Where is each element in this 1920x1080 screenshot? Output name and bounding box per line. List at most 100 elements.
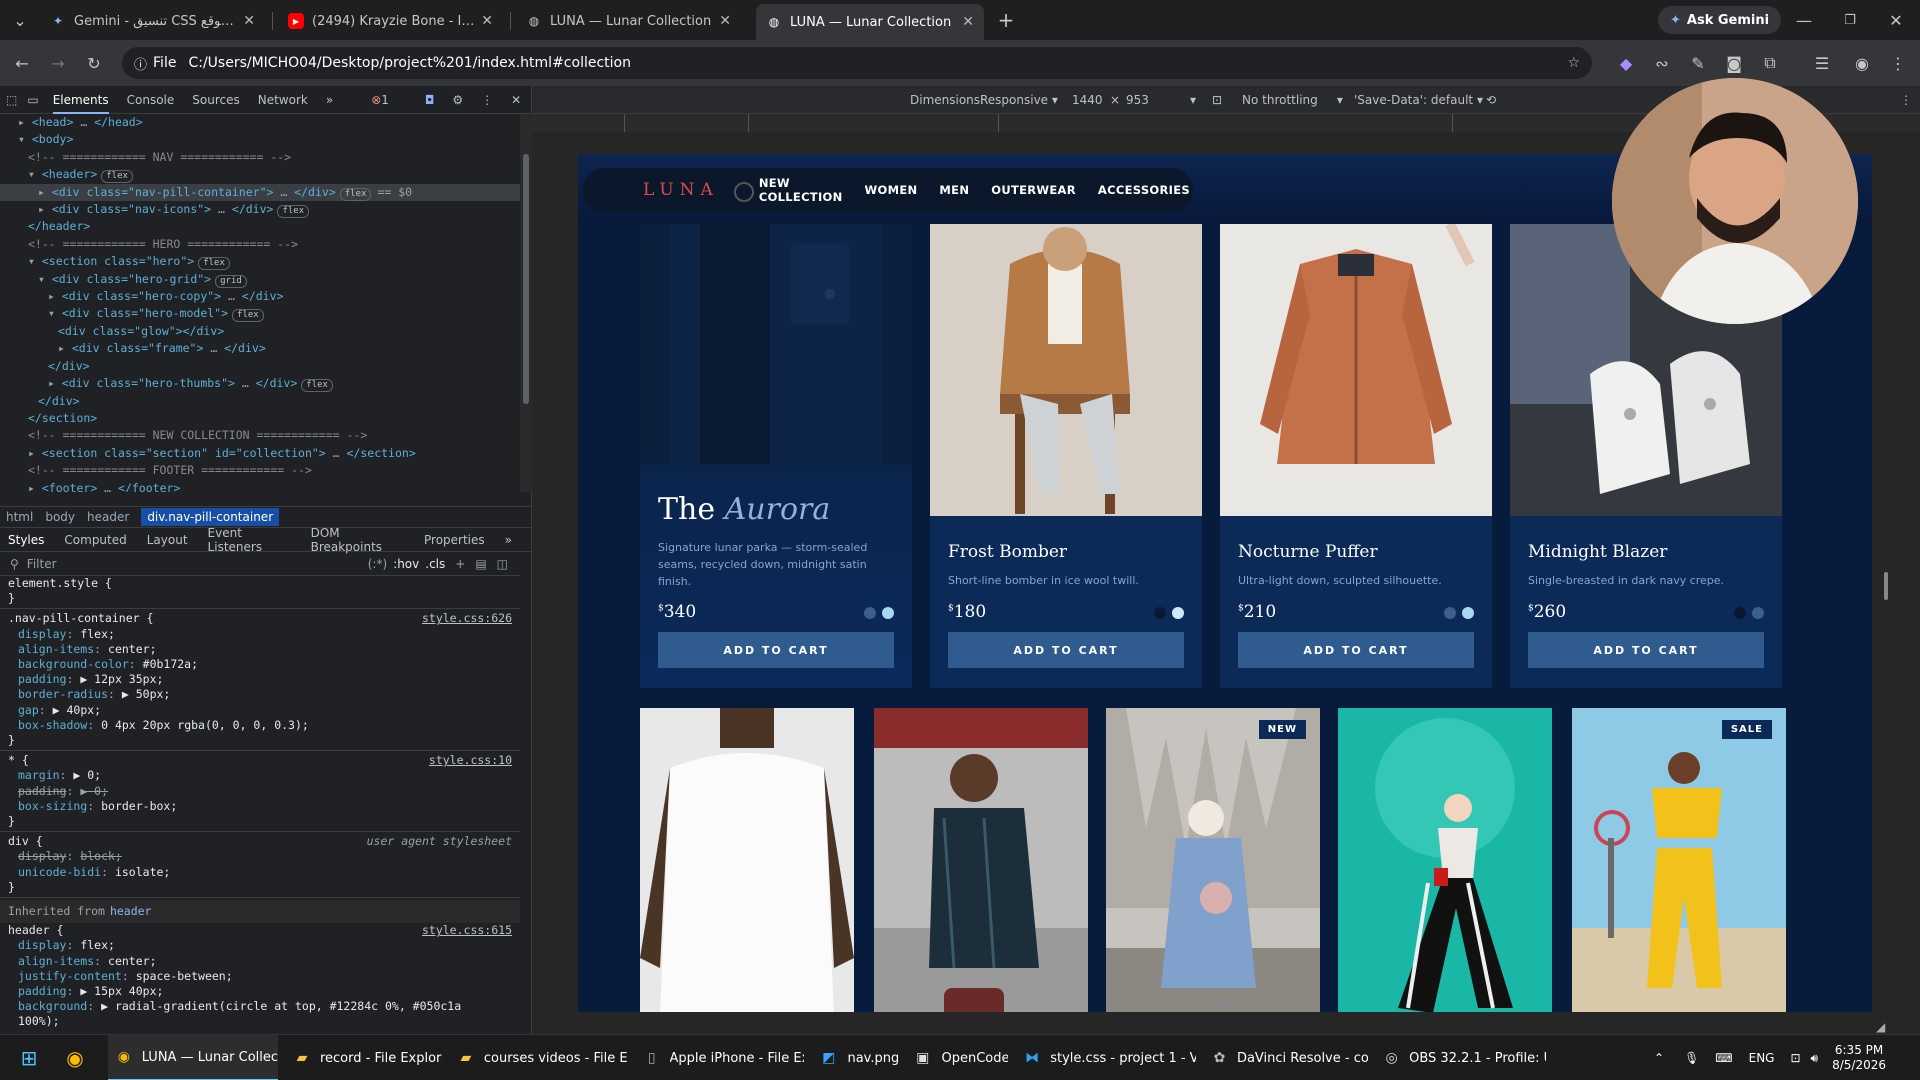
inspect-icon[interactable]: ⬚ [6, 93, 17, 107]
expand-toggle-icon[interactable]: ▸ [38, 185, 52, 199]
swatch-light[interactable] [882, 607, 894, 619]
taskbar-app-button[interactable]: ⧓ style.css - project 1 - Vis [1016, 1035, 1196, 1080]
ellipsis-icon[interactable]: … [203, 341, 224, 355]
hov-toggle[interactable]: :hov [393, 557, 419, 571]
dom-tree[interactable]: ▸ <head> … </head> ▾ <body> <!-- ========… [0, 114, 520, 492]
rule-source-link[interactable]: style.css:615 [422, 923, 520, 938]
styles-pane[interactable]: element.style {} style.css:626 .nav-pill-c… [0, 576, 520, 1034]
add-to-cart-button[interactable]: ADD TO CART [1238, 632, 1474, 668]
dom-node-line[interactable]: </header> [0, 218, 520, 235]
taskbar-app-button[interactable]: ◩ nav.png [812, 1035, 898, 1080]
ellipsis-icon[interactable]: … [326, 446, 347, 460]
css-declaration[interactable]: align-items: center; [0, 642, 520, 657]
resize-handle-right[interactable] [1884, 572, 1888, 600]
layout-badge[interactable]: flex [101, 170, 133, 184]
css-declaration[interactable]: background: ▶ radial-gradient(circle at … [0, 999, 520, 1014]
save-data-select[interactable]: 'Save-Data': default ▾ [1354, 93, 1483, 107]
ellipsis-icon[interactable]: … [97, 481, 118, 492]
swatch-dark[interactable] [1734, 607, 1746, 619]
dom-node-line[interactable]: ▾ <div class="hero-model"> flex [0, 305, 520, 323]
kebab-menu-icon[interactable]: ⋮ [481, 93, 493, 107]
language-indicator[interactable]: ENG [1749, 1051, 1775, 1065]
css-declaration[interactable]: display: flex; [0, 627, 520, 642]
ellipsis-icon[interactable]: … [273, 185, 294, 199]
expand-toggle-icon[interactable]: ▾ [18, 132, 32, 146]
reload-icon[interactable]: ↻ [82, 51, 106, 75]
cls-toggle[interactable]: .cls [425, 557, 445, 571]
taskbar-app-button[interactable]: ◉ LUNA — Lunar Collectic [108, 1035, 278, 1080]
site-logo[interactable]: LUNA [643, 180, 719, 200]
css-declaration[interactable]: margin: ▶ 0; [0, 768, 520, 783]
expand-toggle-icon[interactable]: ▾ [48, 306, 62, 320]
new-rule-icon[interactable]: + [455, 557, 465, 571]
layout-badge[interactable]: flex [198, 257, 230, 271]
ellipsis-icon[interactable]: … [73, 115, 94, 129]
extension-icon[interactable]: ◆ [1614, 51, 1638, 75]
browser-tab-4-active[interactable]: ◍ LUNA — Lunar Collection ✕ [756, 4, 984, 40]
ellipsis-icon[interactable]: … [211, 202, 232, 216]
swatch-dark[interactable] [1154, 607, 1166, 619]
ask-gemini-button[interactable]: ✦ Ask Gemini [1658, 6, 1782, 34]
css-rule-selector[interactable]: style.css:615 header { [0, 923, 520, 938]
dom-node-line[interactable]: </div> [0, 358, 520, 375]
network-icon[interactable]: ⊡ [1790, 1051, 1800, 1065]
url-scheme-chip[interactable]: File [153, 55, 176, 71]
throttling-select[interactable]: No throttling ▾ [1242, 93, 1343, 107]
ellipsis-icon[interactable]: … [221, 289, 242, 303]
css-declaration[interactable]: unicode-bidi: isolate; [0, 865, 520, 880]
start-button[interactable]: ⊞ [18, 1035, 48, 1080]
dom-node-line[interactable]: <!-- ============ NEW COLLECTION =======… [0, 427, 520, 444]
inherited-link[interactable]: header [110, 904, 152, 918]
css-declaration[interactable]: align-items: center; [0, 954, 520, 969]
sidebar-toggle-icon[interactable]: ◫ [497, 557, 508, 571]
layout-badge[interactable]: flex [339, 187, 372, 201]
error-count-badge[interactable]: ⊗1 [371, 93, 407, 107]
clock[interactable]: 6:35 PM 8/5/2026 [1832, 1043, 1886, 1073]
bookmark-star-icon[interactable]: ☆ [1567, 55, 1580, 71]
ai-assist-icon[interactable]: ◘ [425, 93, 435, 107]
css-declaration[interactable]: box-sizing: border-box; [0, 799, 520, 814]
expand-toggle-icon[interactable]: ▸ [38, 202, 52, 216]
color-format-icon[interactable]: (:*) [368, 557, 387, 571]
subtab-layout[interactable]: Layout [147, 533, 188, 547]
restore-icon[interactable]: ❐ [1838, 8, 1862, 32]
add-to-cart-button[interactable]: ADD TO CART [1528, 632, 1764, 668]
subtab-styles[interactable]: Styles [8, 533, 44, 547]
media-icon[interactable]: ☰ [1810, 51, 1834, 75]
css-declaration[interactable]: padding: ▶ 0; [0, 784, 520, 799]
url-text[interactable]: C:/Users/MICHO04/Desktop/project%201/ind… [188, 55, 631, 71]
dom-node-line[interactable]: ▸ <div class="nav-pill-container"> … </d… [0, 183, 520, 202]
browser-tab-2[interactable]: ▶ (2494) Krayzie Bone - I Been An ✕ [278, 6, 503, 36]
address-bar[interactable]: ⓘ File C:/Users/MICHO04/Desktop/project%… [122, 47, 1592, 79]
subtab-properties[interactable]: Properties [424, 533, 485, 547]
product-card-frost-bomber[interactable]: Frost Bomber Short-line bomber in ice wo… [930, 224, 1202, 688]
menu-icon[interactable]: ⋮ [1886, 51, 1910, 75]
expand-toggle-icon[interactable]: ▸ [28, 446, 42, 460]
taskbar-app-button[interactable]: ▯ Apple iPhone - File Expl [636, 1035, 804, 1080]
close-icon[interactable]: ✕ [962, 14, 974, 30]
dom-node-line[interactable]: ▸ <footer> … </footer> [0, 480, 520, 492]
css-declaration[interactable]: display: block; [0, 849, 520, 864]
resize-handle-bottom[interactable] [1208, 1004, 1236, 1008]
close-icon[interactable]: ✕ [243, 13, 255, 29]
swatch-light[interactable] [1172, 607, 1184, 619]
screenshot-icon[interactable]: ⊡ [1212, 93, 1222, 107]
expand-toggle-icon[interactable]: ▸ [28, 481, 42, 492]
dropdown-icon[interactable]: ▾ [1190, 93, 1196, 107]
minimize-icon[interactable]: — [1792, 8, 1816, 32]
new-tab-icon[interactable]: + [994, 8, 1018, 32]
subtab-dom-breakpoints[interactable]: DOM Breakpoints [311, 526, 404, 554]
css-rule-selector[interactable]: element.style { [0, 576, 520, 591]
dom-node-line[interactable]: <div class="glow"></div> [0, 323, 520, 340]
ellipsis-icon[interactable]: … [235, 376, 256, 390]
dom-scrollbar[interactable] [520, 114, 532, 492]
rendering-icon[interactable]: ▤ [475, 557, 486, 571]
tab-console[interactable]: Console [127, 93, 175, 107]
tab-search-icon[interactable]: ⌄ [8, 8, 32, 32]
width-input[interactable]: 1440 [1072, 93, 1103, 107]
swatch-dark[interactable] [1444, 607, 1456, 619]
settings-gear-icon[interactable]: ⚙ [452, 93, 463, 107]
subtab-computed[interactable]: Computed [64, 533, 126, 547]
extension-icon[interactable]: ∾ [1650, 51, 1674, 75]
dom-node-line[interactable]: </div> [0, 393, 520, 410]
